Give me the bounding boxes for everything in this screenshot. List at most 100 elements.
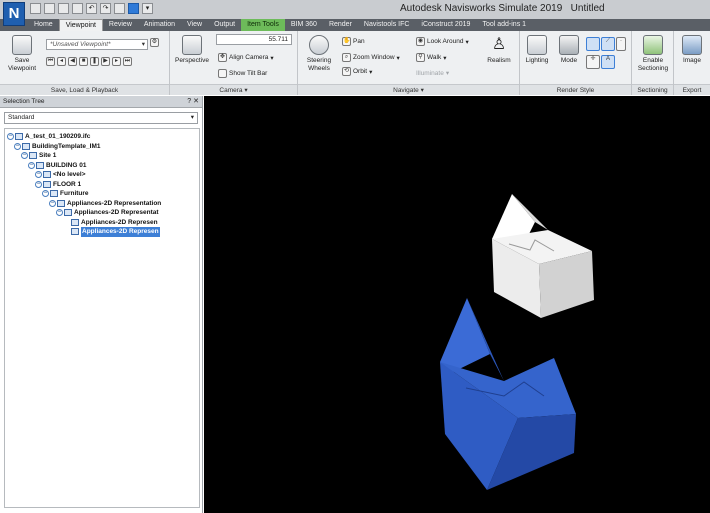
align-camera-button[interactable]: ✥ Align Camera ▾ bbox=[218, 53, 274, 62]
refresh-icon[interactable] bbox=[128, 3, 139, 14]
group-label-export: Export bbox=[674, 84, 710, 95]
window-title: Autodesk Navisworks Simulate 2019 Untitl… bbox=[400, 3, 605, 14]
surfaces-toggle-icon[interactable] bbox=[586, 37, 600, 51]
pan-button[interactable]: ✋ Pan bbox=[342, 37, 365, 46]
steering-wheels-icon bbox=[309, 35, 329, 55]
quick-access-toolbar: ↶ ↷ ▾ bbox=[30, 3, 153, 16]
perspective-button[interactable]: Perspective bbox=[173, 35, 211, 65]
expand-toggle-icon[interactable]: − bbox=[56, 209, 63, 217]
viewpoint-settings-button[interactable]: ⚙ bbox=[150, 38, 159, 47]
enable-sectioning-button[interactable]: Enable Sectioning bbox=[634, 35, 672, 73]
scene-canvas[interactable] bbox=[204, 96, 710, 513]
viewpoint-combo[interactable]: *Unsaved Viewpoint* ▾ bbox=[46, 39, 148, 50]
mode-button[interactable]: Mode bbox=[556, 35, 582, 65]
play-back-icon[interactable]: ◀ bbox=[68, 57, 77, 66]
expand-toggle-icon[interactable]: − bbox=[42, 190, 49, 198]
tab-tool-add-ins-1[interactable]: Tool add-ins 1 bbox=[476, 19, 532, 31]
expand-toggle-icon[interactable]: − bbox=[49, 199, 56, 207]
selection-tree-mode-dropdown[interactable]: Standard ▾ bbox=[4, 112, 198, 124]
snap-points-toggle-icon[interactable]: ✛ bbox=[586, 55, 600, 69]
tab-view[interactable]: View bbox=[181, 19, 208, 31]
lines-toggle-icon[interactable]: ⟋ bbox=[601, 37, 615, 51]
mode-icon bbox=[559, 35, 579, 55]
panel-header: Selection Tree ? ✕ bbox=[0, 96, 202, 108]
perspective-icon bbox=[182, 35, 202, 55]
white-appliance-object[interactable] bbox=[492, 194, 594, 318]
last-frame-icon[interactable]: ⏭ bbox=[123, 57, 132, 66]
3d-viewport[interactable] bbox=[204, 96, 710, 513]
group-label-camera[interactable]: Camera ▾ bbox=[170, 84, 297, 95]
tree-node[interactable]: Appliances-2D Represen bbox=[5, 227, 199, 237]
tree-node[interactable]: − Furniture bbox=[5, 189, 199, 199]
tree-node[interactable]: − Appliances-2D Representation bbox=[5, 199, 199, 209]
tab-animation[interactable]: Animation bbox=[138, 19, 181, 31]
tab-render[interactable]: Render bbox=[323, 19, 358, 31]
app-menu-button[interactable]: N bbox=[3, 2, 25, 26]
tab-review[interactable]: Review bbox=[103, 19, 138, 31]
expand-toggle-icon[interactable]: − bbox=[35, 171, 42, 179]
points-toggle-icon[interactable]: · bbox=[616, 37, 626, 51]
expand-toggle-icon[interactable]: − bbox=[35, 180, 42, 188]
illuminate-button[interactable]: Illuminate ▾ bbox=[416, 69, 450, 78]
first-frame-icon[interactable]: ⏮ bbox=[46, 57, 55, 66]
pause-icon[interactable]: ❚ bbox=[90, 57, 99, 66]
tab-navistools-ifc[interactable]: Navistools IFC bbox=[358, 19, 416, 31]
expand-toggle-icon[interactable]: − bbox=[14, 142, 21, 150]
image-button[interactable]: Image bbox=[677, 35, 707, 65]
step-back-icon[interactable]: ◂ bbox=[57, 57, 66, 66]
group-label-navigate[interactable]: Navigate ▾ bbox=[298, 84, 519, 95]
steering-wheels-button[interactable]: Steering Wheels bbox=[302, 35, 336, 73]
stop-icon[interactable]: ■ bbox=[79, 57, 88, 66]
title-bar: N ↶ ↷ ▾ Autodesk Navisworks Simulate 201… bbox=[0, 0, 710, 26]
tree-node[interactable]: − <No level> bbox=[5, 170, 199, 180]
tab-output[interactable]: Output bbox=[208, 19, 241, 31]
show-tilt-bar-button[interactable]: Show Tilt Bar bbox=[218, 69, 267, 78]
select-icon[interactable] bbox=[114, 3, 125, 14]
tree-node[interactable]: − BUILDING 01 bbox=[5, 161, 199, 171]
tab-bim-360[interactable]: BIM 360 bbox=[285, 19, 323, 31]
realism-button[interactable]: ♙ Realism bbox=[484, 35, 514, 65]
tree-node[interactable]: − Site 1 bbox=[5, 151, 199, 161]
tab-home[interactable]: Home bbox=[28, 19, 59, 31]
tree-item-icon bbox=[57, 199, 65, 207]
tree-node[interactable]: − A_test_01_190209.ifc bbox=[5, 132, 199, 142]
group-label-navigate-text: Navigate bbox=[393, 87, 419, 94]
tab-iconstruct-2019[interactable]: iConstruct 2019 bbox=[415, 19, 476, 31]
tree-item-icon bbox=[22, 142, 30, 150]
blue-appliance-object[interactable] bbox=[440, 298, 576, 490]
zoom-window-button[interactable]: ⌕ Zoom Window ▾ bbox=[342, 53, 400, 62]
walk-button[interactable]: ⚲ Walk ▾ bbox=[416, 53, 446, 62]
field-of-view-input[interactable]: 55.711 bbox=[216, 34, 292, 45]
open-file-icon[interactable] bbox=[44, 3, 55, 14]
save-viewpoint-button[interactable]: Save Viewpoint bbox=[4, 35, 40, 73]
steering-wheels-label: Steering Wheels bbox=[306, 57, 332, 72]
align-camera-icon: ✥ bbox=[218, 53, 227, 62]
undo-icon[interactable]: ↶ bbox=[86, 3, 97, 14]
save-file-icon[interactable] bbox=[58, 3, 69, 14]
text-toggle-icon[interactable]: A bbox=[601, 55, 615, 69]
tree-node[interactable]: − FLOOR 1 bbox=[5, 180, 199, 190]
print-icon[interactable] bbox=[72, 3, 83, 14]
look-around-button[interactable]: ◉ Look Around ▾ bbox=[416, 37, 469, 46]
step-forward-icon[interactable]: ▸ bbox=[112, 57, 121, 66]
lighting-button[interactable]: Lighting bbox=[522, 35, 552, 65]
tree-node[interactable]: − Appliances-2D Representat bbox=[5, 208, 199, 218]
redo-icon[interactable]: ↷ bbox=[100, 3, 111, 14]
tab-viewpoint[interactable]: Viewpoint bbox=[58, 19, 103, 31]
tree-node-label: A_test_01_190209.ifc bbox=[25, 133, 91, 140]
orbit-button[interactable]: ⟲ Orbit ▾ bbox=[342, 67, 372, 76]
customize-qat-icon[interactable]: ▾ bbox=[142, 3, 153, 14]
tab-item-tools[interactable]: Item Tools bbox=[241, 19, 285, 31]
panel-controls[interactable]: ? ✕ bbox=[187, 96, 199, 108]
expand-toggle-icon[interactable]: − bbox=[7, 133, 14, 141]
expand-toggle-icon[interactable]: − bbox=[21, 152, 28, 160]
group-label-camera-text: Camera bbox=[219, 87, 243, 94]
group-navigate: Steering Wheels ✋ Pan ⌕ Zoom Window ▾ ⟲ … bbox=[298, 31, 520, 95]
tree-node[interactable]: − BuildingTemplate_IM1 bbox=[5, 142, 199, 152]
new-file-icon[interactable] bbox=[30, 3, 41, 14]
play-icon[interactable]: ▶ bbox=[101, 57, 110, 66]
tree-node[interactable]: Appliances-2D Represen bbox=[5, 218, 199, 228]
chevron-down-icon: ▾ bbox=[445, 70, 450, 77]
expand-toggle-icon[interactable]: − bbox=[28, 161, 35, 169]
ribbon-tab-bar: Home Viewpoint Review Animation View Output It… bbox=[0, 19, 710, 31]
